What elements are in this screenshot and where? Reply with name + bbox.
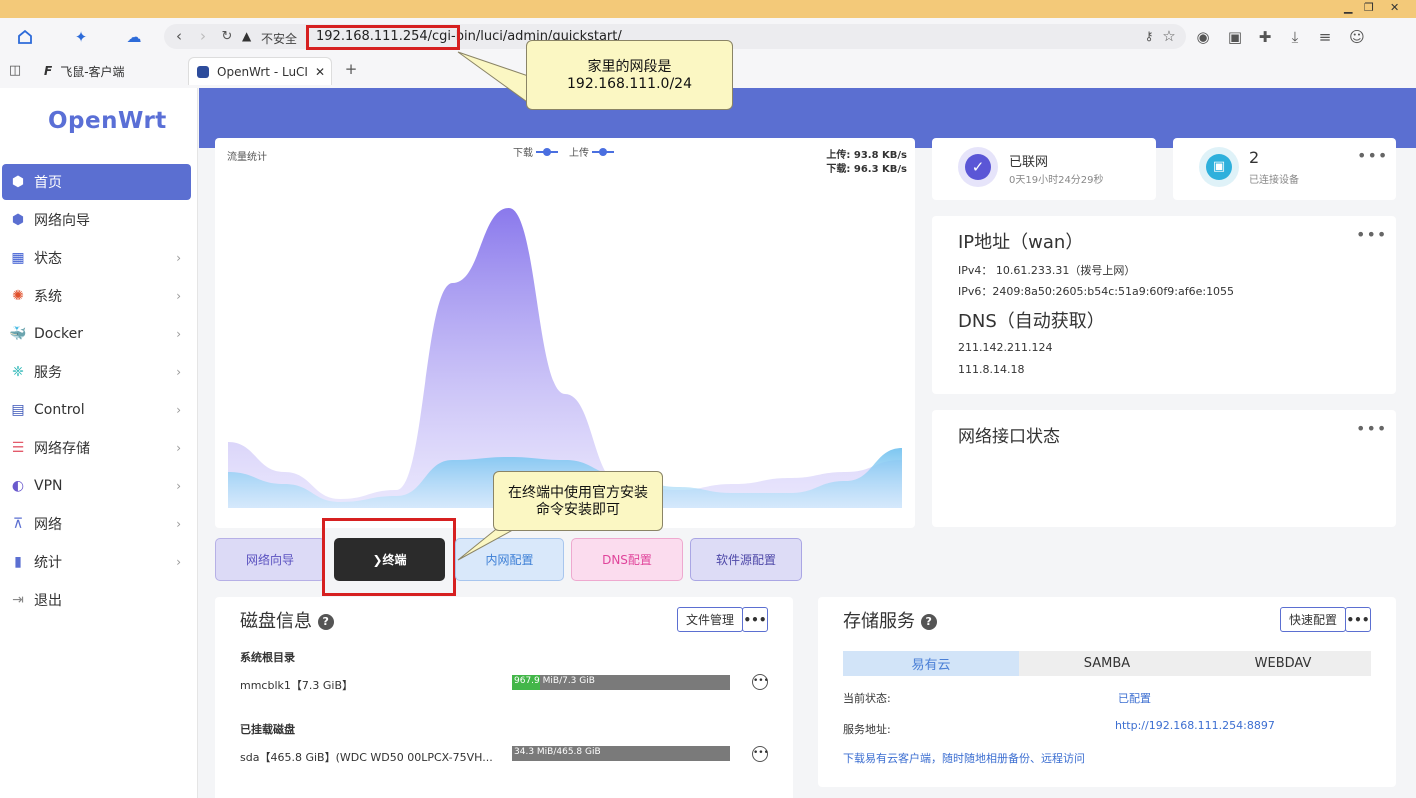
subnet-callout-text: 家里的网段是 192.168.111.0/24 xyxy=(567,59,692,92)
cube-icon: ⬢ xyxy=(11,212,25,228)
sidebar-item-label: 服务 xyxy=(34,365,62,381)
sidebar-item-6[interactable]: ▤ Control › xyxy=(2,392,191,428)
sidebar-item-label: Control xyxy=(34,402,85,418)
sidebar-item-2[interactable]: ▦ 状态 › xyxy=(2,240,191,276)
dashboard-icon: ▦ xyxy=(11,250,25,266)
sidebar-item-7[interactable]: ☰ 网络存储 › xyxy=(2,430,191,466)
chevron-right-icon: › xyxy=(176,327,181,341)
sidebar-item-label: 系统 xyxy=(34,289,62,305)
logout-icon: ⇥ xyxy=(12,592,24,608)
network-icon: ⊼ xyxy=(12,516,24,532)
chevron-right-icon: › xyxy=(176,251,181,265)
chevron-right-icon: › xyxy=(176,403,181,417)
sidebar-item-label: 网络向导 xyxy=(34,213,90,229)
sidebar-item-3[interactable]: ✺ 系统 › xyxy=(2,278,191,314)
sidebar-item-label: 统计 xyxy=(34,555,62,571)
subnet-callout: 家里的网段是 192.168.111.0/24 xyxy=(526,40,733,110)
gear-icon: ✺ xyxy=(12,288,24,304)
sidebar-item-1[interactable]: ⬢ 网络向导 xyxy=(2,202,191,238)
sidebar-item-8[interactable]: ◐ VPN › xyxy=(2,468,191,504)
terminal-callout-text: 在终端中使用官方安装 命令安装即可 xyxy=(508,485,648,518)
chevron-right-icon: › xyxy=(176,517,181,531)
control-icon: ▤ xyxy=(11,402,25,418)
chevron-right-icon: › xyxy=(176,555,181,569)
sidebar-item-label: 退出 xyxy=(34,593,62,609)
sidebar-item-label: VPN xyxy=(34,478,63,494)
chevron-right-icon: › xyxy=(176,441,181,455)
callout-pointers xyxy=(457,51,541,561)
terminal-callout: 在终端中使用官方安装 命令安装即可 xyxy=(493,471,663,531)
chevron-right-icon: › xyxy=(176,365,181,379)
sidebar-item-label: 网络 xyxy=(34,517,62,533)
sidebar-item-label: 状态 xyxy=(34,251,62,267)
docker-icon: 🐳 xyxy=(9,326,27,342)
vpn-icon: ◐ xyxy=(11,478,25,494)
services-icon: ❈ xyxy=(12,364,24,380)
chevron-right-icon: › xyxy=(176,289,181,303)
stats-icon: ▮ xyxy=(14,554,22,570)
storage-icon: ☰ xyxy=(11,440,25,456)
sidebar-item-5[interactable]: ❈ 服务 › xyxy=(2,354,191,390)
sidebar-item-label: Docker xyxy=(34,326,84,342)
cube-icon: ⬢ xyxy=(11,174,25,190)
chevron-right-icon: › xyxy=(176,479,181,493)
sidebar-item-label: 网络存储 xyxy=(34,441,90,457)
sidebar-item-label: 首页 xyxy=(34,175,62,191)
sidebar-item-9[interactable]: ⊼ 网络 › xyxy=(2,506,191,542)
sidebar-item-11[interactable]: ⇥ 退出 xyxy=(2,582,191,618)
sidebar-item-0[interactable]: ⬢ 首页 xyxy=(2,164,191,200)
sidebar-item-4[interactable]: 🐳 Docker › xyxy=(2,316,191,352)
sidebar-item-10[interactable]: ▮ 统计 › xyxy=(2,544,191,580)
